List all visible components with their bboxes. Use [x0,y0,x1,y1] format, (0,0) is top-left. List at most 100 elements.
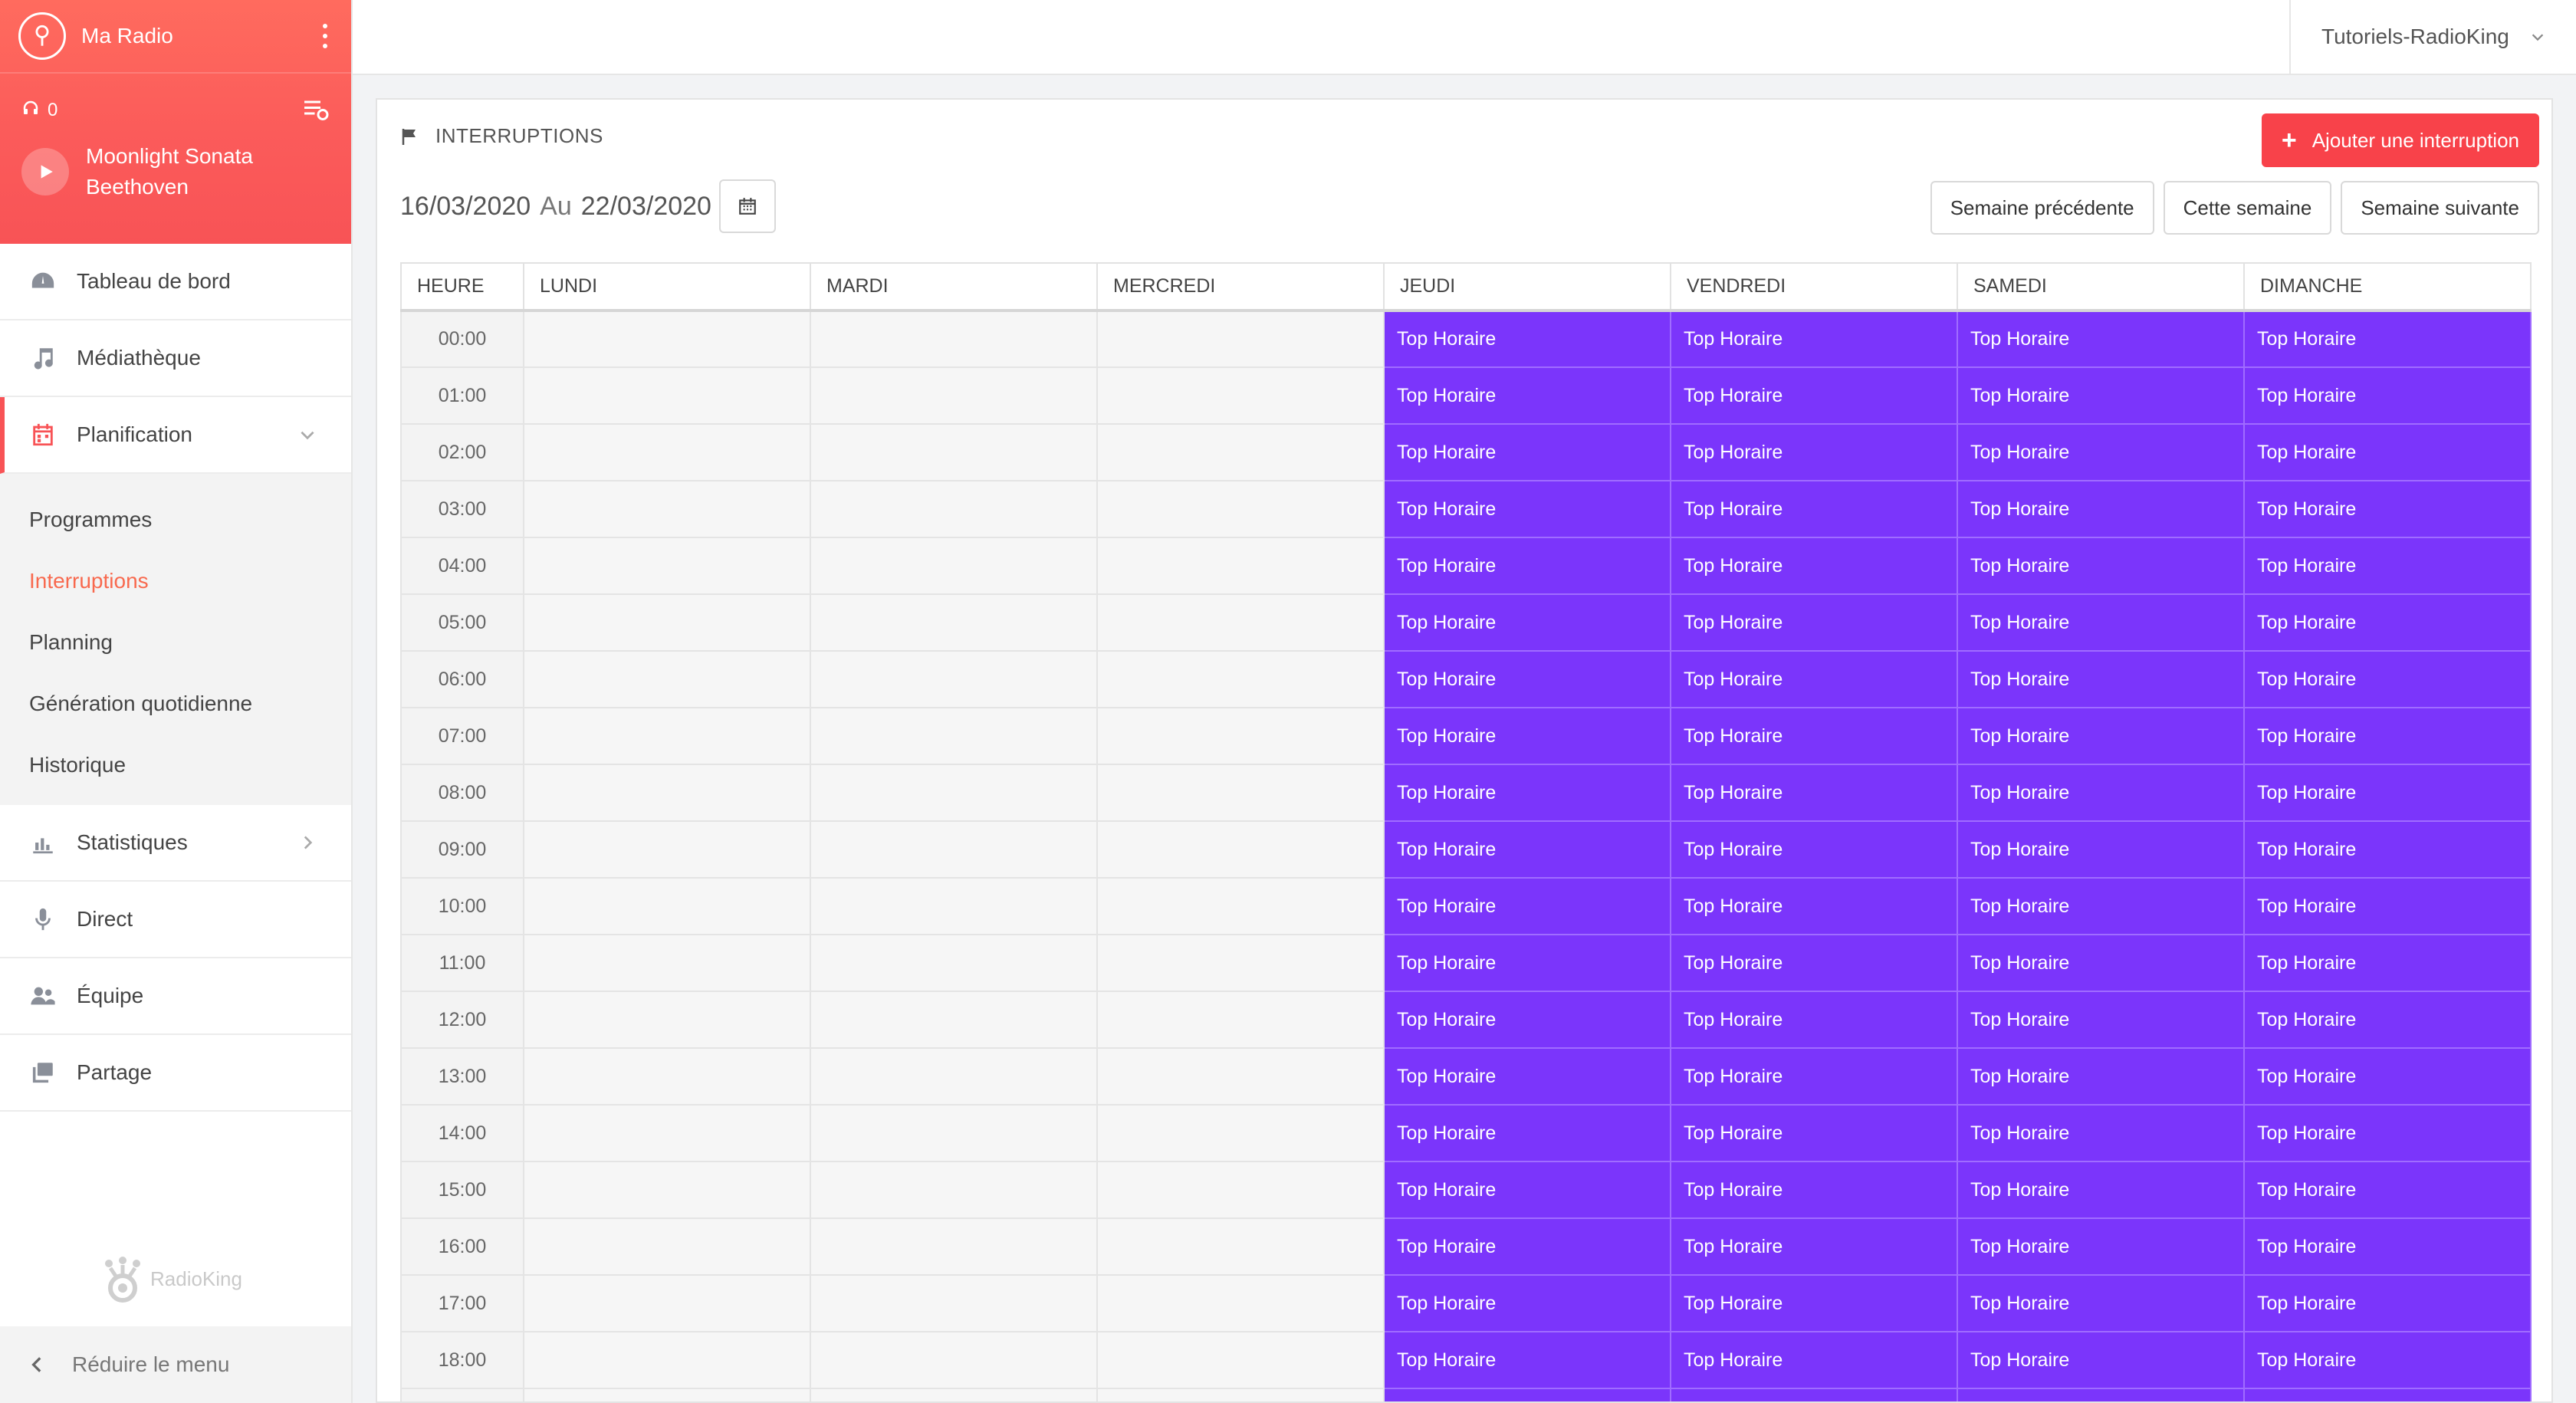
interruption-event[interactable]: Top Horaire [1957,764,2245,822]
empty-slot[interactable] [1096,991,1385,1049]
empty-slot[interactable] [523,650,811,708]
empty-slot[interactable] [810,593,1098,652]
interruption-event[interactable]: Top Horaire [2243,1161,2532,1219]
interruption-event[interactable]: Top Horaire [1670,820,1958,879]
interruption-event[interactable]: Top Horaire [1957,1104,2245,1162]
interruption-event[interactable]: Top Horaire [2243,991,2532,1049]
empty-slot[interactable] [523,934,811,992]
empty-slot[interactable] [523,764,811,822]
interruption-event[interactable]: Top Horaire [1670,1047,1958,1106]
empty-slot[interactable] [1096,1388,1385,1401]
subnav-programmes[interactable]: Programmes [0,489,351,550]
interruption-event[interactable]: Top Horaire [2243,366,2532,425]
interruption-event[interactable]: Top Horaire [1383,1161,1671,1219]
add-interruption-button[interactable]: + Ajouter une interruption [2261,113,2539,167]
interruption-event[interactable]: Top Horaire [2243,1331,2532,1389]
empty-slot[interactable] [523,877,811,935]
interruption-event[interactable]: Top Horaire [1957,991,2245,1049]
interruption-event[interactable]: Top Horaire [1957,707,2245,765]
interruption-event[interactable]: Top Horaire [1957,1161,2245,1219]
interruption-event[interactable]: Top Horaire [2243,764,2532,822]
interruption-event[interactable]: Top Horaire [2243,820,2532,879]
empty-slot[interactable] [1096,650,1385,708]
interruption-event[interactable]: Top Horaire [2243,1274,2532,1332]
interruption-event[interactable]: Top Horaire [1670,1161,1958,1219]
empty-slot[interactable] [523,480,811,538]
interruption-event[interactable]: Top Horaire [1670,1104,1958,1162]
empty-slot[interactable] [810,764,1098,822]
empty-slot[interactable] [1096,1331,1385,1389]
empty-slot[interactable] [1096,593,1385,652]
interruption-event[interactable]: Top Horaire [1383,650,1671,708]
empty-slot[interactable] [1096,423,1385,481]
subnav-interruptions[interactable]: Interruptions [0,550,351,612]
empty-slot[interactable] [810,309,1098,368]
empty-slot[interactable] [523,593,811,652]
empty-slot[interactable] [523,1388,811,1401]
interruption-event[interactable]: Top Horaire [1957,820,2245,879]
empty-slot[interactable] [810,991,1098,1049]
empty-slot[interactable] [810,820,1098,879]
empty-slot[interactable] [1096,1217,1385,1276]
empty-slot[interactable] [1096,1274,1385,1332]
interruption-event[interactable]: Top Horaire [1670,764,1958,822]
interruption-event[interactable]: Top Horaire [1957,650,2245,708]
interruption-event[interactable]: Top Horaire [1670,707,1958,765]
sidebar-item-direct[interactable]: Direct [0,882,351,958]
interruption-event[interactable]: Top Horaire [1957,537,2245,595]
play-button[interactable] [21,148,69,196]
interruption-event[interactable]: Top Horaire [2243,707,2532,765]
interruption-event[interactable]: Top Horaire [1670,480,1958,538]
interruption-event[interactable]: Top Horaire [1383,537,1671,595]
interruption-event[interactable]: Top Horaire [1383,764,1671,822]
interruption-event[interactable]: Top Horaire [1383,480,1671,538]
interruption-event[interactable]: Top Horaire [1957,1331,2245,1389]
empty-slot[interactable] [1096,1047,1385,1106]
interruption-event[interactable]: Top Horaire [2243,877,2532,935]
empty-slot[interactable] [523,1331,811,1389]
interruption-event[interactable]: Top Horaire [1670,366,1958,425]
interruption-event[interactable]: Top Horaire [1670,1217,1958,1276]
interruption-event[interactable]: Top Horaire [1383,877,1671,935]
empty-slot[interactable] [810,366,1098,425]
date-picker-button[interactable] [718,179,776,233]
empty-slot[interactable] [810,480,1098,538]
interruption-event[interactable]: Top Horaire [2243,593,2532,652]
empty-slot[interactable] [810,877,1098,935]
interruption-event[interactable]: Top Horaire [1957,480,2245,538]
interruption-event[interactable]: Top Horaire [1670,1331,1958,1389]
subnav-historique[interactable]: Historique [0,734,351,796]
empty-slot[interactable] [810,934,1098,992]
next-week-button[interactable]: Semaine suivante [2341,181,2539,235]
empty-slot[interactable] [1096,1161,1385,1219]
interruption-event[interactable]: Top Horaire [1383,309,1671,368]
empty-slot[interactable] [810,1104,1098,1162]
sidebar-item-statistiques[interactable]: Statistiques [0,805,351,882]
interruption-event[interactable]: Top Horaire [1957,1047,2245,1106]
interruption-event[interactable]: Top Horaire [2243,1217,2532,1276]
empty-slot[interactable] [1096,820,1385,879]
empty-slot[interactable] [523,537,811,595]
interruption-event[interactable]: Top Horaire [2243,537,2532,595]
empty-slot[interactable] [523,423,811,481]
empty-slot[interactable] [523,991,811,1049]
interruption-event[interactable]: Top Horaire [1957,593,2245,652]
interruption-event[interactable]: Top Horaire [1957,1217,2245,1276]
interruption-event[interactable]: Top Horaire [2243,1047,2532,1106]
sidebar-item-planification[interactable]: Planification [0,397,351,474]
interruption-event[interactable]: Top Horaire [1670,1388,1958,1401]
empty-slot[interactable] [523,1104,811,1162]
interruption-event[interactable]: Top Horaire [1957,309,2245,368]
interruption-event[interactable]: Top Horaire [1670,537,1958,595]
interruption-event[interactable]: Top Horaire [1670,934,1958,992]
interruption-event[interactable]: Top Horaire [1957,423,2245,481]
interruption-event[interactable]: Top Horaire [1383,1104,1671,1162]
empty-slot[interactable] [810,1161,1098,1219]
interruption-event[interactable]: Top Horaire [1957,934,2245,992]
interruption-event[interactable]: Top Horaire [1670,877,1958,935]
empty-slot[interactable] [810,1217,1098,1276]
interruption-event[interactable]: Top Horaire [1957,1274,2245,1332]
interruption-event[interactable]: Top Horaire [1383,1331,1671,1389]
subnav-generation-quotidienne[interactable]: Génération quotidienne [0,673,351,734]
microphone-logo-icon[interactable] [18,12,66,60]
